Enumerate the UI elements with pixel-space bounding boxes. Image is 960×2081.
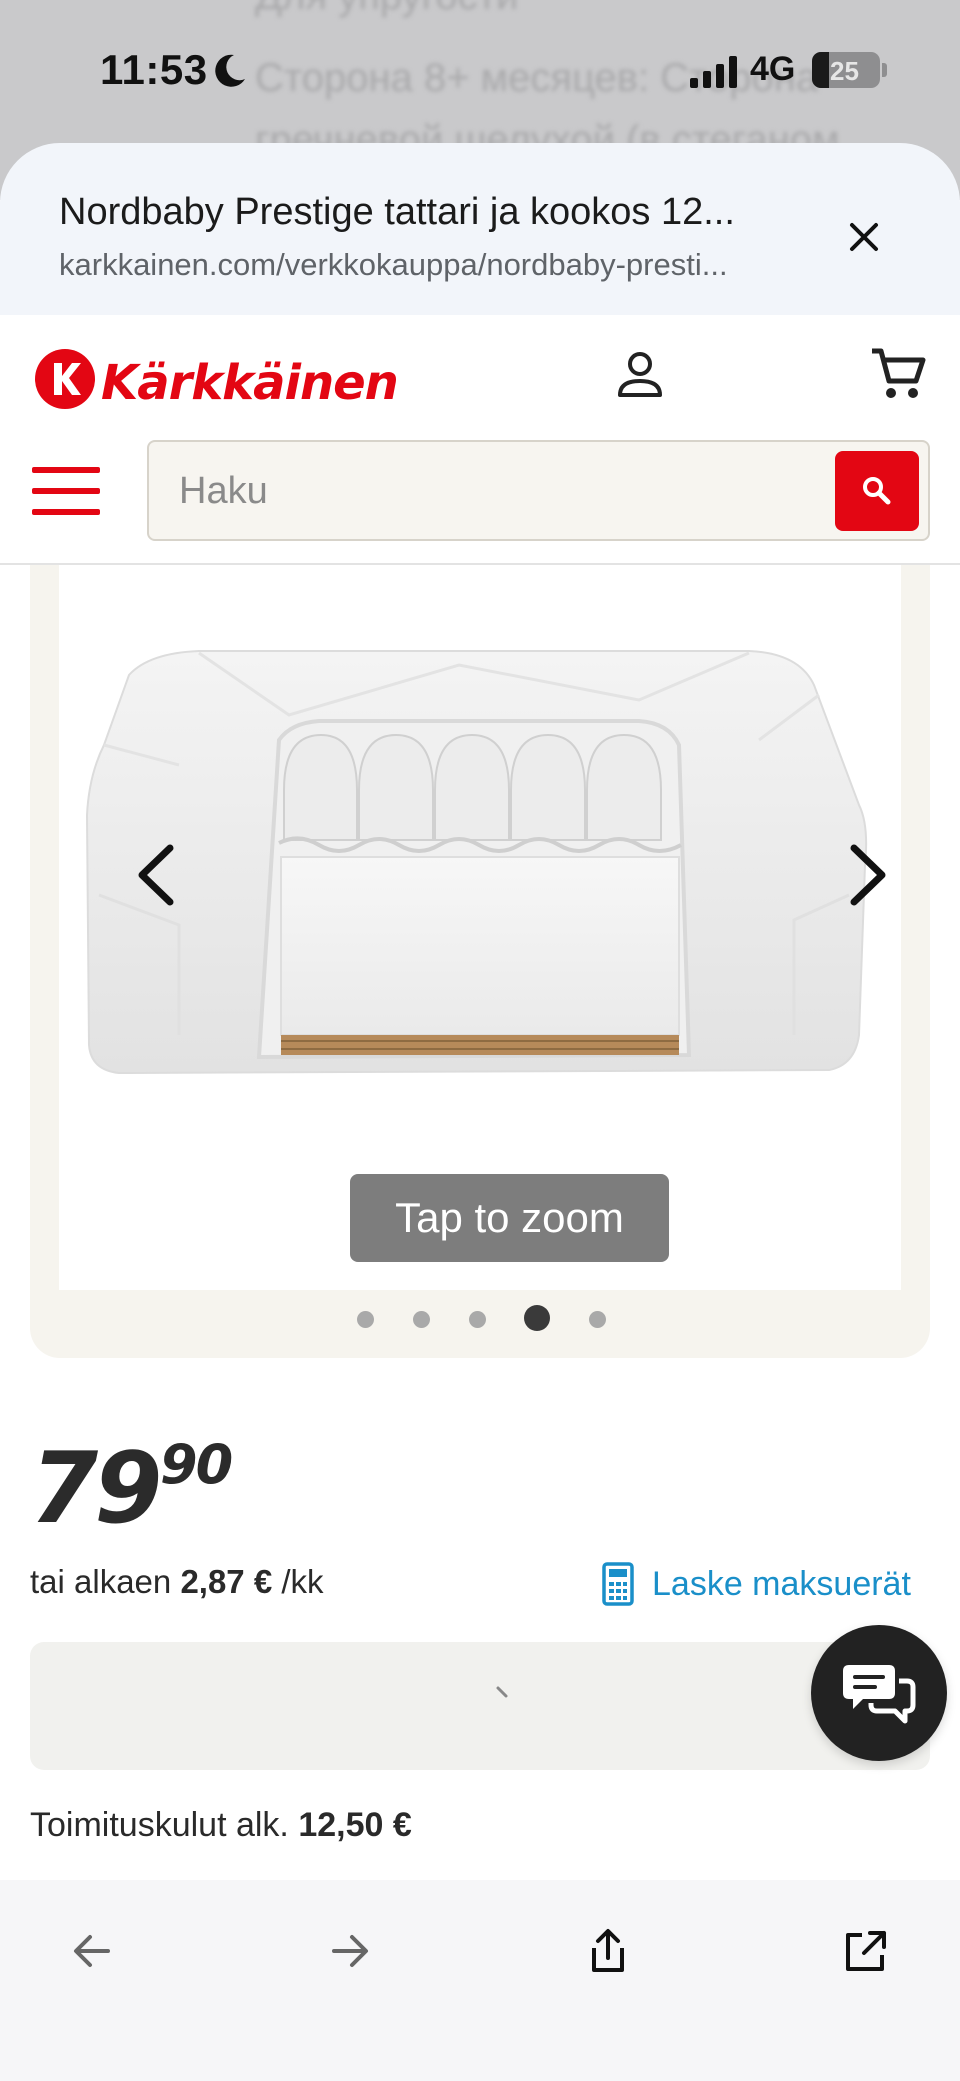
gallery-dot[interactable] [356,1311,374,1328]
menu-icon[interactable] [32,467,100,515]
back-button[interactable] [62,1921,122,1981]
back-arrow-icon [74,1935,110,1967]
installment-prefix: tai alkaen [30,1563,172,1600]
battery-level-fill [812,52,829,88]
cart-icon[interactable] [868,345,928,403]
network-type: 4G [750,50,796,88]
installment-amount: 2,87 € [180,1563,273,1600]
share-button[interactable] [578,1921,638,1981]
forward-arrow-icon [332,1935,368,1967]
close-icon[interactable] [840,213,888,261]
loading-spinner-icon [496,1686,508,1698]
tap-to-zoom-badge[interactable]: Tap to zoom [350,1174,669,1262]
status-time: 11:53 [100,46,208,93]
logo-text: Kärkkäinen [101,355,399,411]
battery-tip [882,63,887,77]
signal-icon [690,56,737,88]
calculate-installments-link[interactable]: Laske maksuerät [602,1560,911,1608]
gallery-dot[interactable] [412,1311,430,1328]
installment-suffix: /kk [281,1563,324,1600]
search-button[interactable] [835,451,919,531]
shipping-price: 12,50 € [298,1806,412,1844]
calculator-icon [602,1562,634,1606]
gallery-dot[interactable] [524,1305,550,1331]
previous-image-arrow[interactable] [130,840,180,910]
gallery-pagination [30,1302,930,1332]
moon-icon [215,54,245,87]
gallery-dot[interactable] [588,1311,606,1328]
page-title: Nordbaby Prestige tattari ja kookos 12..… [59,191,735,233]
browser-sheet-header: Nordbaby Prestige tattari ja kookos 12..… [0,143,960,315]
product-image[interactable]: Tap to zoom [59,565,901,1290]
search-bar [147,440,930,541]
site-logo[interactable]: Kärkkäinen [35,345,405,413]
next-image-arrow[interactable] [844,840,894,910]
browser-toolbar [0,1880,960,2081]
chat-icon [843,1665,916,1724]
price-cents: 90 [160,1433,233,1496]
price-euros: 79 [30,1432,162,1546]
battery-icon: 25 [812,52,880,88]
forward-button[interactable] [320,1921,380,1981]
site-header: Kärkkäinen [0,315,960,565]
product-gallery: Tap to zoom [30,565,930,1358]
shipping-label: Toimituskulut alk. [30,1806,289,1844]
search-input[interactable] [179,466,779,516]
share-icon [592,1929,624,1972]
status-bar: 11:53 4G 25 [0,0,960,140]
page-url[interactable]: karkkainen.com/verkkokauppa/nordbaby-pre… [59,247,789,283]
gallery-dot[interactable] [468,1311,486,1328]
user-icon[interactable] [614,349,666,401]
calculate-installments-label: Laske maksuerät [652,1564,911,1603]
chat-button[interactable] [811,1625,947,1761]
installment-info: tai alkaen 2,87 € /kk [30,1563,324,1601]
shipping-info: Toimituskulut alk. 12,50 € [30,1806,412,1845]
loading-placeholder [30,1642,930,1770]
logo-mark [35,349,95,409]
open-external-icon [846,1931,886,1971]
open-external-button[interactable] [836,1921,896,1981]
battery-percentage: 25 [830,56,859,86]
search-icon [863,477,891,505]
